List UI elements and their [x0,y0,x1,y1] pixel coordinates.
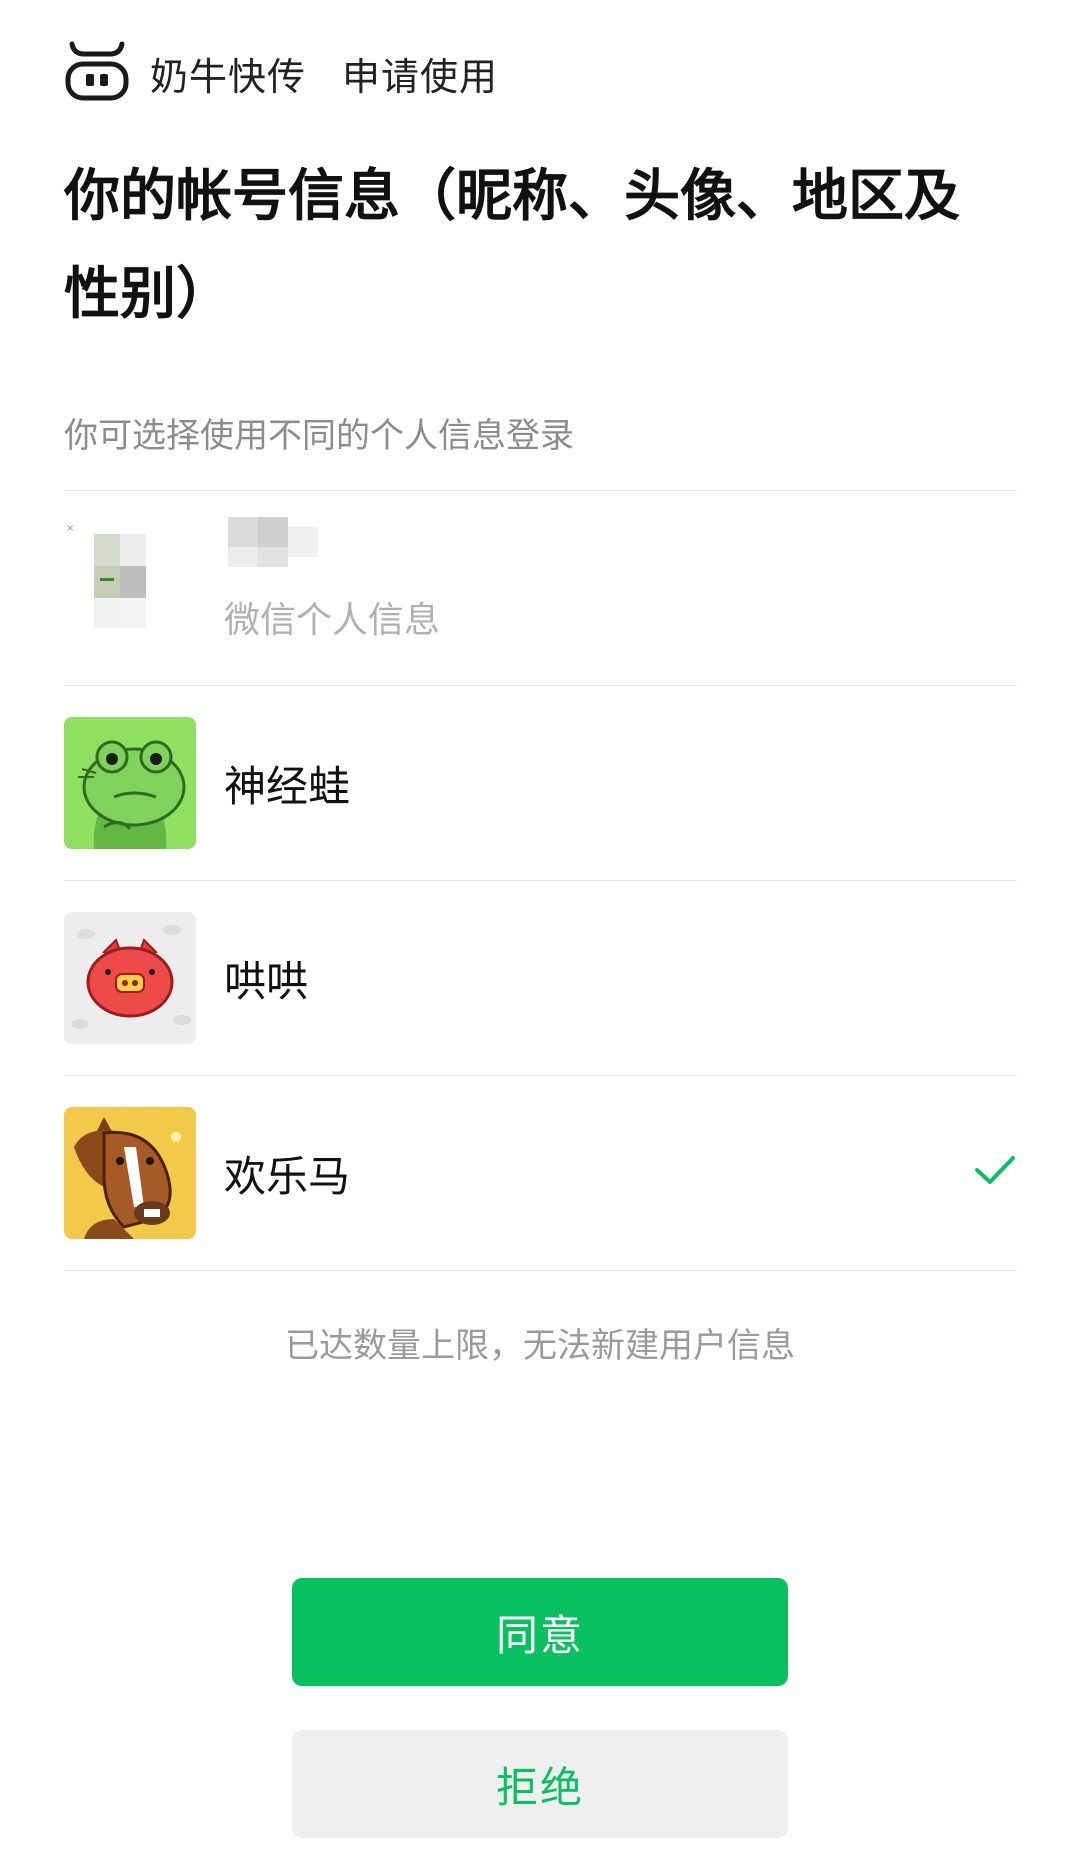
profile-label-frog: 神经蛙 [224,761,351,811]
profile-label-wechat: 微信个人信息 [224,600,441,641]
page-subtitle: 你可选择使用不同的个人信息登录 [64,416,574,456]
profile-label-pig: 哄哄 [224,956,309,1006]
profile-label-horse: 欢乐马 [224,1151,351,1201]
reject-button[interactable]: 拒绝 [292,1730,788,1838]
check-icon [975,1156,1015,1184]
request-text: 申请使用 [342,54,499,99]
horse-avatar-icon [64,1107,196,1239]
profile-option-pig[interactable]: 哄哄 [64,881,1017,1075]
profile-option-frog[interactable]: 神经蛙 [64,686,1017,880]
page-title: 你的帐号信息（昵称、头像、地区及性别） [64,164,960,327]
app-header: 奶牛快传 申请使用 [64,36,1024,110]
blurred-nickname [228,517,328,577]
frog-avatar-icon [64,717,196,849]
limit-notice: 已达数量上限，无法新建用户信息 [285,1326,795,1366]
profile-option-horse[interactable]: 欢乐马 [64,1076,1017,1270]
cow-logo-icon [65,41,129,101]
app-name: 奶牛快传 [150,54,307,99]
agree-button[interactable]: 同意 [292,1578,788,1686]
divider [64,1270,1017,1271]
pig-avatar-icon [64,912,196,1044]
blurred-avatar-icon: × [64,522,196,654]
profile-option-wechat[interactable]: × 微信个人信息 [64,491,1017,685]
